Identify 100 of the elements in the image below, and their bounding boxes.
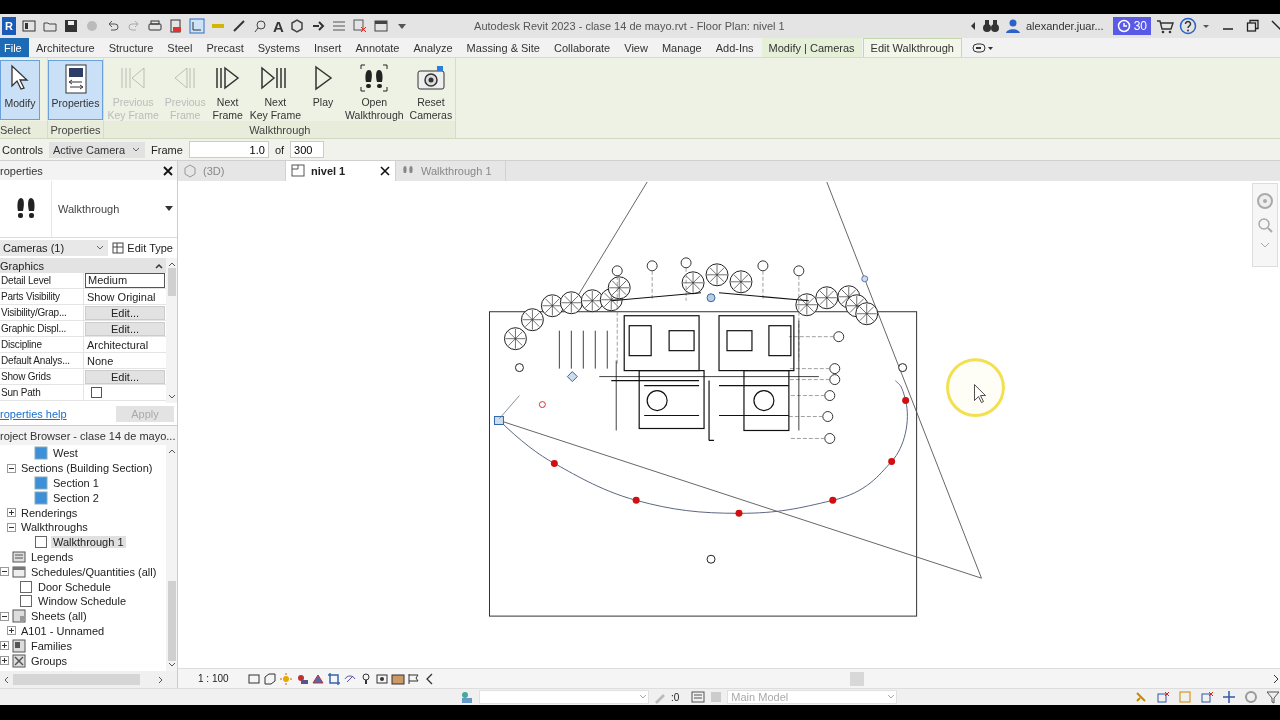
browser-item[interactable]: Schedules/Quantities (all) (29, 565, 159, 578)
reveal-icon[interactable] (406, 671, 421, 686)
hide-icon[interactable] (374, 671, 389, 686)
close-icon[interactable] (380, 166, 390, 176)
type-selector[interactable]: Walkthrough (0, 180, 177, 238)
user-menu[interactable]: alexander.juar... (1025, 20, 1104, 32)
restore-icon[interactable] (1246, 18, 1260, 34)
browser-item[interactable]: Walkthrough 1 (51, 536, 126, 549)
3d-view-icon[interactable] (288, 18, 305, 34)
save-icon[interactable] (63, 18, 79, 34)
text-tool-button[interactable]: A (273, 17, 284, 35)
ribbon-button[interactable]: Open Walkthrough (342, 60, 407, 120)
help-icon[interactable] (1179, 17, 1197, 35)
browser-item[interactable]: Section 1 (51, 477, 101, 489)
ribbon-button[interactable]: Next Key Frame (246, 60, 304, 120)
app-logo[interactable]: R (2, 17, 16, 35)
edit-button[interactable]: Edit... (85, 305, 165, 320)
scroll-right-icon[interactable] (157, 675, 165, 684)
browser-item[interactable]: Section 2 (51, 491, 101, 504)
cart-icon[interactable] (1156, 18, 1174, 34)
browser-item[interactable]: West (51, 447, 80, 460)
ribbon-button[interactable]: Next Frame (208, 60, 247, 120)
ribbon-tab[interactable]: Annotate (348, 38, 407, 57)
plan-view-icon[interactable] (189, 18, 205, 34)
edit-button[interactable]: Edit... (85, 321, 165, 336)
ribbon-tab[interactable]: Modify | Cameras (761, 38, 862, 57)
selection-filter-dropdown[interactable]: Cameras (1) (0, 240, 109, 256)
scroll-up-icon[interactable] (167, 260, 176, 268)
total-frames-field[interactable]: 300 (290, 141, 325, 158)
ribbon-tab[interactable]: Analyze (406, 38, 460, 57)
dimension-icon[interactable] (231, 18, 247, 34)
camera-path-drawing[interactable] (494, 380, 910, 517)
binoculars-icon[interactable] (981, 18, 1000, 34)
ribbon-tab[interactable]: View (617, 38, 655, 57)
crop-view-icon[interactable] (326, 671, 341, 686)
scale-button[interactable]: 1 : 100 (198, 673, 229, 684)
browser-item[interactable]: Families (29, 639, 74, 652)
browser-item[interactable]: A101 - Unnamed (19, 624, 107, 637)
scrollbar-thumb[interactable] (13, 674, 140, 685)
properties-help-link[interactable]: roperties help (0, 408, 67, 420)
group-header[interactable]: Graphics (0, 258, 166, 273)
ribbon-button[interactable]: Play (304, 60, 342, 120)
scroll-right-icon[interactable] (1272, 673, 1280, 684)
browser-item[interactable]: Walkthroughs (19, 521, 90, 534)
ribbon-tab[interactable]: Systems (250, 38, 307, 57)
browser-item[interactable]: Sections (Building Section) (19, 462, 155, 475)
visual-style-icon[interactable] (262, 671, 277, 686)
expand-icon[interactable] (7, 508, 16, 518)
scroll-down-icon[interactable] (167, 661, 176, 669)
ribbon-tab[interactable]: Insert (306, 38, 349, 57)
camera-dropdown[interactable]: Active Camera (48, 141, 146, 158)
expand-icon[interactable] (0, 641, 9, 651)
scroll-left-icon[interactable] (2, 675, 10, 684)
browser-item[interactable]: Sheets (all) (29, 610, 89, 623)
scroll-down-icon[interactable] (167, 393, 176, 401)
ribbon-tab[interactable]: Steel (160, 38, 200, 57)
ribbon-tab[interactable]: Precast (199, 38, 251, 57)
browser-item[interactable]: Door Schedule (36, 580, 113, 593)
ribbon-tab[interactable]: Architecture (29, 38, 102, 57)
browser-item[interactable]: Groups (29, 654, 70, 667)
checkbox[interactable] (91, 387, 102, 398)
browser-item[interactable]: Legends (29, 550, 76, 563)
expand-icon[interactable] (0, 656, 9, 666)
scroll-up-icon[interactable] (167, 447, 176, 455)
ribbon-button[interactable]: Modify (0, 60, 40, 120)
ribbon-tab[interactable]: Add-Ins (708, 38, 761, 57)
crop-region-frame[interactable] (489, 311, 918, 617)
detail-level-icon[interactable] (246, 671, 261, 686)
ribbon-tab[interactable]: File (0, 38, 29, 57)
ribbon-button[interactable]: Properties (47, 60, 104, 120)
temporary-hide-icon[interactable] (390, 671, 405, 686)
switch-windows-icon[interactable] (372, 18, 389, 34)
user-icon[interactable] (1004, 18, 1021, 34)
select-by-face-icon[interactable] (1200, 690, 1214, 704)
export-icon[interactable] (168, 18, 184, 34)
browser-item[interactable]: Window Schedule (36, 595, 129, 608)
close-icon[interactable] (163, 165, 173, 176)
ribbon-tab[interactable]: Structure (101, 38, 161, 57)
filter-icon[interactable] (1266, 690, 1280, 704)
collapse-icon[interactable] (0, 567, 9, 577)
worksets-icon[interactable] (459, 690, 475, 704)
ribbon-tab[interactable]: Manage (654, 38, 709, 57)
browser-item[interactable]: Renderings (19, 506, 80, 519)
edit-button[interactable]: Edit... (85, 369, 165, 384)
property-value-field[interactable]: Medium (85, 273, 165, 288)
scrollbar-thumb[interactable] (167, 268, 176, 296)
edit-type-button[interactable]: Edit Type (112, 242, 173, 254)
scrollbar-thumb[interactable] (167, 581, 176, 661)
collapse-icon[interactable] (0, 611, 9, 621)
frame-field[interactable]: 1.0 (188, 141, 269, 158)
drag-icon[interactable] (1222, 690, 1236, 704)
collapse-icon[interactable] (7, 522, 16, 532)
ribbon-button[interactable]: Reset Cameras (406, 60, 456, 120)
select-underlay-icon[interactable] (1156, 690, 1170, 704)
home-icon[interactable] (21, 18, 37, 34)
print-icon[interactable] (147, 18, 163, 34)
ribbon-tab[interactable]: Collaborate (547, 38, 618, 57)
ribbon-tab[interactable]: Edit Walkthrough (862, 38, 962, 57)
close-hidden-icon[interactable] (351, 18, 368, 34)
collapse-icon[interactable] (7, 463, 16, 473)
